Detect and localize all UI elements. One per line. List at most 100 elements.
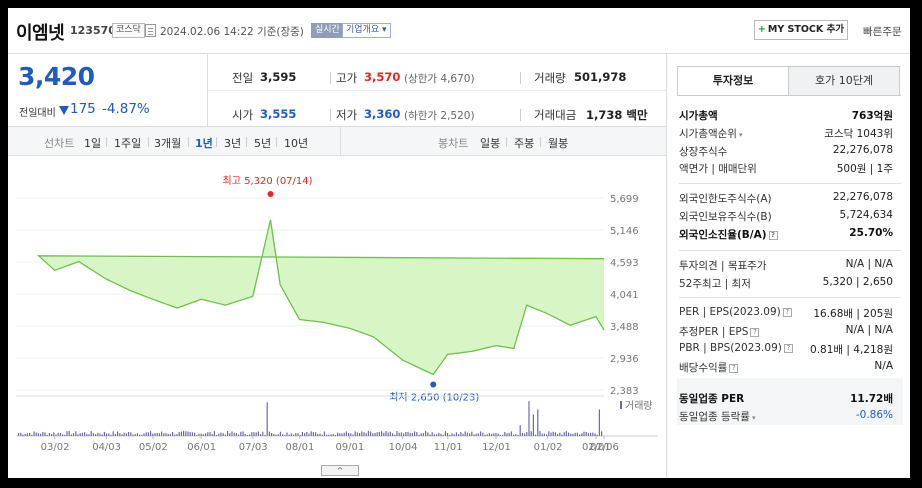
volume-bar [330, 434, 332, 436]
volume-bar [537, 409, 539, 436]
volume-bar [343, 432, 345, 436]
volume-bar [543, 433, 545, 436]
volume-bar [436, 434, 438, 436]
volume-bar [381, 431, 383, 436]
stock-name[interactable]: 이엠넷 [16, 19, 65, 45]
price-chart[interactable]: 5,699 5,146 4,593 4,041 3,488 2,936 2,383 최고 5,… [8, 156, 666, 466]
tab-1w[interactable]: 1주일 [114, 135, 141, 151]
company-overview-dropdown[interactable]: 기업개요 ▾ [342, 23, 391, 38]
help-icon[interactable]: ? [782, 308, 792, 317]
market-badge: 코스닥 [112, 23, 145, 38]
volume-bar [414, 431, 416, 436]
volume-bar [235, 433, 237, 436]
volume-bar [172, 432, 174, 436]
low-marker [430, 381, 437, 388]
volume-bar [196, 434, 198, 436]
volume-bar [99, 433, 101, 436]
tab-weekly[interactable]: 주봉 [514, 135, 534, 151]
tab-monthly[interactable]: 월봉 [548, 135, 568, 151]
volume-bar [519, 425, 521, 436]
tab-order-book[interactable]: 호가 10단계 [788, 66, 900, 96]
volume-bar [429, 434, 431, 436]
volume-bar [202, 434, 204, 436]
volume-bar [539, 431, 541, 436]
volume-bar [440, 433, 442, 436]
tab-3y[interactable]: 3년 [224, 135, 241, 151]
volume-bar [502, 434, 504, 436]
volume-bar [383, 432, 385, 436]
chevron-down-icon[interactable]: ▾ [739, 131, 743, 139]
add-my-stock-button[interactable]: + MY STOCK 추가 [754, 20, 848, 40]
volume-bar [334, 434, 336, 436]
period-tabs: 선차트 1일 1주일 3개월 1년 3년 5년 10년 봉차트 일봉 주봉 월봉 [8, 126, 666, 156]
volume-bar [583, 431, 585, 436]
volume-bar [271, 433, 273, 436]
info-row-label: 52주최고 | 최저 [679, 278, 751, 290]
volume-bar [167, 433, 169, 436]
volume-bar [198, 433, 200, 436]
volume-bar [550, 432, 552, 436]
volume-bar [95, 434, 97, 436]
tab-10y[interactable]: 10년 [284, 135, 308, 151]
help-icon[interactable]: ? [729, 364, 739, 373]
tab-invest-info[interactable]: 투자정보 [677, 66, 789, 96]
realtime-button[interactable]: 실시간 [311, 23, 344, 38]
info-row: 시가총액순위 ▾ 코스닥 1043위 [679, 126, 901, 143]
divider [276, 137, 277, 147]
volume-bar [20, 432, 22, 436]
info-row-label: 시가총액순위 ▾ [679, 128, 743, 140]
volume-bar [112, 431, 114, 436]
high-value: 3,570 [364, 70, 401, 84]
help-icon[interactable]: ? [768, 231, 778, 240]
quick-order-link[interactable]: 빠른주문 [863, 24, 902, 39]
volume-bar [255, 432, 257, 436]
volume-bar [585, 432, 587, 436]
volume-bar [238, 434, 240, 436]
volume-bar [132, 434, 134, 436]
volume-bar [348, 432, 350, 436]
x-tick-label: 08/01 [286, 442, 315, 453]
volume-bar [75, 431, 77, 436]
volume-bar [601, 431, 603, 436]
chevron-up-icon[interactable]: ^ [321, 465, 359, 476]
tab-1y[interactable]: 1년 [195, 135, 213, 151]
volume-bar [97, 432, 99, 436]
volume-bar [158, 433, 160, 436]
volume-bar [121, 434, 123, 436]
volume-bar [134, 434, 136, 436]
volume-bar [594, 433, 596, 436]
volume-bar [418, 434, 420, 436]
tab-1d[interactable]: 1일 [84, 135, 101, 151]
tab-daily[interactable]: 일봉 [480, 135, 500, 151]
trade-amount-value: 1,738 백만 [586, 108, 648, 122]
volume-bar [284, 435, 286, 436]
volume-bar [306, 432, 308, 436]
y-tick-label: 5,699 [610, 194, 639, 205]
x-tick-label: 04/03 [92, 442, 121, 453]
chevron-down-icon[interactable]: ▾ [752, 414, 756, 422]
volume-bar [499, 434, 501, 436]
tab-3m[interactable]: 3개월 [154, 135, 181, 151]
info-row-value: N/A [874, 360, 893, 372]
volume-bar [433, 434, 435, 436]
volume-bar [101, 434, 103, 436]
volume-bar [59, 433, 61, 436]
help-icon[interactable]: ? [783, 344, 793, 353]
change-label: 전일대비 [19, 108, 56, 119]
y-tick-label: 5,146 [610, 226, 639, 237]
volume-bar [183, 431, 185, 436]
tab-5y[interactable]: 5년 [254, 135, 271, 151]
volume-bar [279, 431, 281, 436]
divider [216, 137, 217, 147]
info-row: 투자의견 | 목표주가 N/A | N/A [679, 258, 901, 275]
volume-bar [110, 434, 112, 436]
volume-bar [427, 432, 429, 436]
x-tick-label: 02/01 [582, 442, 611, 453]
high-annotation: 최고 5,320 (07/14) [223, 175, 313, 187]
help-icon[interactable]: ? [750, 328, 760, 337]
divider [506, 137, 507, 147]
y-tick-label: 2,936 [610, 354, 639, 365]
volume-bar [136, 433, 138, 436]
volume-bar [304, 433, 306, 436]
info-row: PER | EPS(2023.09)? 16.68배 | 205원 [679, 306, 901, 323]
